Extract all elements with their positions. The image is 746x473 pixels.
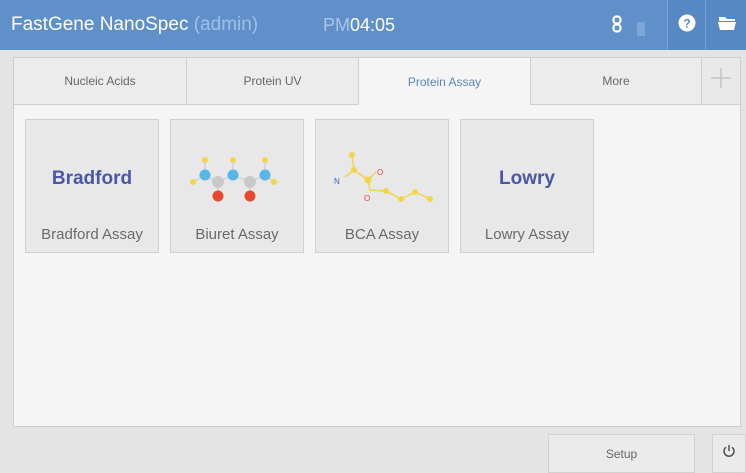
setup-button[interactable]: Setup xyxy=(548,434,695,473)
clock: PM04:05 xyxy=(323,15,395,36)
help-icon: ? xyxy=(678,14,696,37)
assay-tile-biuret[interactable]: Biuret Assay xyxy=(170,119,304,253)
assay-tile-lowry[interactable]: Lowry Lowry Assay xyxy=(460,119,594,253)
tab-label: Protein Assay xyxy=(407,74,482,89)
tab-nucleic-acids[interactable]: Nucleic Acids xyxy=(14,58,187,104)
tab-bar: Nucleic Acids Protein UV Protein Assay M… xyxy=(14,58,740,105)
tab-more[interactable]: More xyxy=(531,58,702,104)
atom-label: N xyxy=(334,177,340,186)
clock-time: 04:05 xyxy=(350,15,396,35)
svg-text:?: ? xyxy=(683,16,690,30)
app-name-text: FastGene NanoSpec xyxy=(11,14,189,35)
clock-ampm: PM xyxy=(323,15,350,35)
tab-protein-assay[interactable]: Protein Assay xyxy=(359,58,531,105)
app-title: FastGene NanoSpec (admin) xyxy=(11,14,258,36)
link-icon xyxy=(612,15,622,38)
tile-label: Bradford Assay xyxy=(41,226,143,243)
main-panel: Nucleic Acids Protein UV Protein Assay M… xyxy=(13,57,741,427)
tile-label: BCA Assay xyxy=(344,226,420,243)
bottom-bar: Setup xyxy=(0,434,746,473)
assay-tile-bca[interactable]: N O O BCA Assay xyxy=(315,119,449,253)
atom-label: O xyxy=(364,194,370,203)
folder-button[interactable] xyxy=(705,0,746,50)
help-button[interactable]: ? xyxy=(667,0,705,50)
top-bar: FastGene NanoSpec (admin) PM04:05 ? xyxy=(0,0,746,50)
tile-label: Biuret Assay xyxy=(195,226,279,243)
tab-label: Protein UV xyxy=(243,74,302,88)
battery-icon xyxy=(637,22,645,41)
tab-label: Nucleic Acids xyxy=(64,74,136,88)
plus-icon xyxy=(710,67,732,96)
setup-label: Setup xyxy=(605,446,638,461)
current-user: (admin) xyxy=(193,14,259,35)
tile-label: Lowry Assay xyxy=(484,226,570,243)
assay-tile-bradford[interactable]: Bradford Bradford Assay xyxy=(25,119,159,253)
add-tab-button[interactable] xyxy=(702,58,740,104)
tile-title: Bradford xyxy=(51,168,133,189)
tab-label: More xyxy=(602,74,630,88)
folder-icon xyxy=(717,15,736,36)
power-icon xyxy=(722,444,736,463)
tab-protein-uv[interactable]: Protein UV xyxy=(187,58,359,104)
power-button[interactable] xyxy=(712,434,746,473)
tile-title: Lowry xyxy=(499,168,555,189)
atom-label: O xyxy=(377,168,383,177)
